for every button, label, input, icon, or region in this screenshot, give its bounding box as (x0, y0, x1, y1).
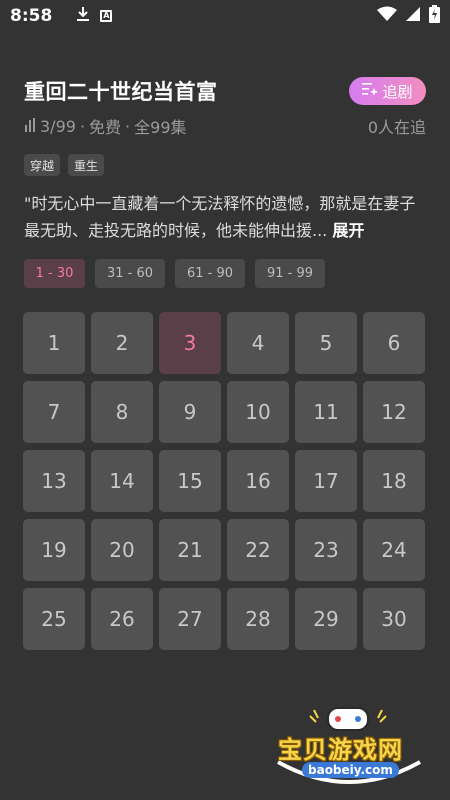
episode-button[interactable]: 8 (91, 381, 153, 443)
episode-range-tabs: 1 - 30 31 - 60 61 - 90 91 - 99 (24, 259, 325, 288)
episode-button[interactable]: 25 (23, 588, 85, 650)
episode-button[interactable]: 23 (295, 519, 357, 581)
add-list-icon (362, 82, 378, 100)
episode-button[interactable]: 1 (23, 312, 85, 374)
tag[interactable]: 穿越 (24, 154, 61, 176)
description: "时无心中一直藏着一个无法释怀的遗憾，那就是在妻子最无助、走投无路的时候，他未能… (24, 190, 428, 244)
episode-button[interactable]: 28 (227, 588, 289, 650)
meta-separator: · (125, 116, 131, 136)
episode-button[interactable]: 13 (23, 450, 85, 512)
episode-button[interactable]: 5 (295, 312, 357, 374)
status-bar: 8:58 A (0, 0, 450, 32)
episode-button[interactable]: 19 (23, 519, 85, 581)
signal-icon (405, 6, 421, 26)
follow-button[interactable]: 追剧 (349, 77, 426, 105)
episode-button[interactable]: 21 (159, 519, 221, 581)
expand-button[interactable]: 展开 (332, 221, 364, 240)
meta-separator: · (79, 116, 86, 136)
episode-button[interactable]: 27 (159, 588, 221, 650)
episode-button[interactable]: 24 (363, 519, 425, 581)
episode-progress: 3/99 (40, 116, 76, 136)
follow-label: 追剧 (382, 82, 413, 101)
episode-button[interactable]: 29 (295, 588, 357, 650)
meta-row: 3/99 · 免费 · 全99集 0人在追 (24, 114, 426, 138)
episode-button[interactable]: 7 (23, 381, 85, 443)
episode-button[interactable]: 17 (295, 450, 357, 512)
meta-left: 3/99 · 免费 · 全99集 (24, 114, 187, 138)
episode-button[interactable]: 20 (91, 519, 153, 581)
drama-header: 重回二十世纪当首富 追剧 (24, 76, 426, 106)
status-time: 8:58 (10, 6, 53, 26)
battery-charging-icon (429, 5, 440, 27)
episode-button[interactable]: 11 (295, 381, 357, 443)
episode-button[interactable]: 30 (363, 588, 425, 650)
drama-title: 重回二十世纪当首富 (24, 80, 218, 104)
total-episodes: 全99集 (134, 118, 187, 137)
tag-list: 穿越 重生 (24, 154, 105, 176)
download-icon (76, 6, 90, 26)
watermark: 宝贝游戏网 baobeiy.com (270, 702, 428, 790)
episode-button[interactable]: 15 (159, 450, 221, 512)
episode-button[interactable]: 4 (227, 312, 289, 374)
price-label: 免费 (89, 118, 122, 137)
range-tab-31-60[interactable]: 31 - 60 (95, 259, 165, 288)
episode-grid: 1 2 3 4 5 6 7 8 9 10 11 12 13 14 15 16 1… (23, 312, 425, 650)
status-left: 8:58 A (10, 6, 113, 26)
episode-button[interactable]: 10 (227, 381, 289, 443)
episode-button[interactable]: 12 (363, 381, 425, 443)
watermark-url: baobeiy.com (302, 762, 399, 778)
range-tab-61-90[interactable]: 61 - 90 (175, 259, 245, 288)
range-tab-91-99[interactable]: 91 - 99 (255, 259, 325, 288)
watermark-name: 宝贝游戏网 (278, 736, 403, 764)
episode-button-current[interactable]: 3 (159, 312, 221, 374)
episode-button[interactable]: 18 (363, 450, 425, 512)
watchers-count: 0人在追 (367, 118, 426, 137)
episode-button[interactable]: 22 (227, 519, 289, 581)
episode-button[interactable]: 2 (91, 312, 153, 374)
status-right (377, 5, 440, 27)
wifi-icon (377, 6, 397, 26)
bar-chart-icon (24, 117, 36, 136)
notification-a-icon: A (100, 10, 113, 22)
episode-button[interactable]: 6 (363, 312, 425, 374)
episode-button[interactable]: 16 (227, 450, 289, 512)
episode-button[interactable]: 26 (91, 588, 153, 650)
range-tab-1-30[interactable]: 1 - 30 (24, 259, 85, 288)
episode-button[interactable]: 9 (159, 381, 221, 443)
tag[interactable]: 重生 (68, 154, 105, 176)
episode-button[interactable]: 14 (91, 450, 153, 512)
